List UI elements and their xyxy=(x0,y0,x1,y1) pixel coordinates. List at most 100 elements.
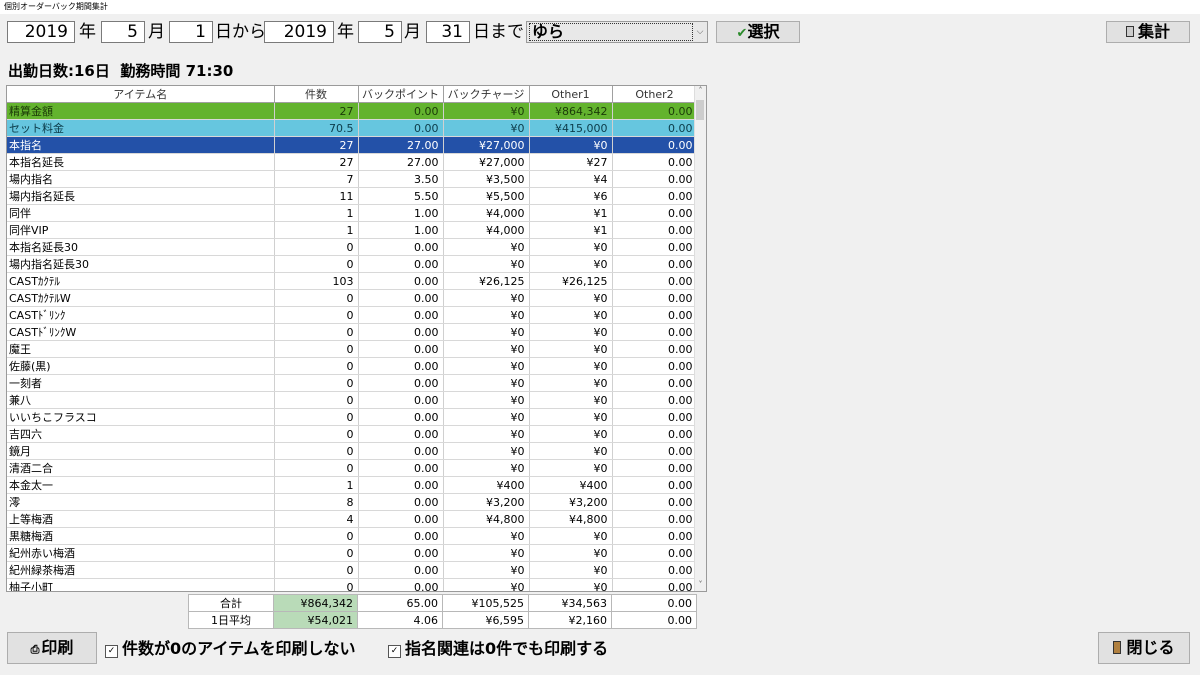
chevron-down-icon[interactable]: ⌵ xyxy=(693,22,707,42)
table-row[interactable]: 一刻者 0 0.00 ¥0 ¥0 0.00 xyxy=(7,374,698,392)
table-row[interactable]: 場内指名延長30 0 0.00 ¥0 ¥0 0.00 xyxy=(7,255,698,273)
value-cell: ¥0 xyxy=(443,306,530,324)
table-row[interactable]: 兼八 0 0.00 ¥0 ¥0 0.00 xyxy=(7,391,698,409)
select-button[interactable]: ✔選択 xyxy=(716,21,800,43)
value-cell: ¥415,000 xyxy=(529,119,613,137)
aggregate-button[interactable]: 集計 xyxy=(1106,21,1190,43)
from-month-field[interactable]: 5 xyxy=(101,21,145,43)
value-cell: 3.50 xyxy=(358,170,444,188)
value-cell: 0.00 xyxy=(358,476,444,494)
column-header[interactable]: Other2 xyxy=(612,86,698,103)
table-row[interactable]: 本指名延長30 0 0.00 ¥0 ¥0 0.00 xyxy=(7,238,698,256)
table-row[interactable]: 同伴VIP 1 1.00 ¥4,000 ¥1 0.00 xyxy=(7,221,698,239)
work-days-value: 16日 xyxy=(74,62,110,80)
table-row[interactable]: 澪 8 0.00 ¥3,200 ¥3,200 0.00 xyxy=(7,493,698,511)
from-month-label: 月 xyxy=(148,22,165,42)
vertical-scrollbar[interactable]: ˄ ˅ xyxy=(694,86,706,591)
value-cell: 0.00 xyxy=(612,136,698,154)
checkbox-check-icon[interactable]: ✓ xyxy=(105,645,118,658)
item-name-cell: 吉四六 xyxy=(7,425,275,443)
cast-select[interactable]: ゆら ⌵ xyxy=(526,21,708,43)
value-cell: 27.00 xyxy=(358,136,444,154)
value-cell: 1.00 xyxy=(358,204,444,222)
value-cell: 103 xyxy=(274,272,359,290)
table-row[interactable]: 紀州緑茶梅酒 0 0.00 ¥0 ¥0 0.00 xyxy=(7,561,698,579)
table-row[interactable]: 同伴 1 1.00 ¥4,000 ¥1 0.00 xyxy=(7,204,698,222)
value-cell: 0.00 xyxy=(358,578,444,591)
calculator-icon xyxy=(1125,26,1134,37)
chevron-up-icon[interactable]: ˄ xyxy=(695,86,706,95)
scroll-thumb[interactable] xyxy=(696,100,704,120)
value-cell: 0.00 xyxy=(612,459,698,477)
value-cell: 5.50 xyxy=(358,187,444,205)
value-cell: 0.00 xyxy=(612,544,698,562)
value-cell: ¥0 xyxy=(529,425,613,443)
checkbox-check-icon[interactable]: ✓ xyxy=(388,645,401,658)
value-cell: ¥0 xyxy=(443,255,530,273)
value-cell: 0.00 xyxy=(358,442,444,460)
value-cell: 0.00 xyxy=(612,578,698,591)
table-row[interactable]: 鏡月 0 0.00 ¥0 ¥0 0.00 xyxy=(7,442,698,460)
value-cell: 0 xyxy=(274,459,359,477)
table-row[interactable]: 魔王 0 0.00 ¥0 ¥0 0.00 xyxy=(7,340,698,358)
print-button[interactable]: ⎙ 印刷 xyxy=(7,632,97,664)
from-year-field[interactable]: 2019 xyxy=(7,21,75,43)
item-name-cell: 兼八 xyxy=(7,391,275,409)
value-cell: 0.00 xyxy=(612,204,698,222)
column-header[interactable]: Other1 xyxy=(529,86,613,103)
table-row[interactable]: 本指名 27 27.00 ¥27,000 ¥0 0.00 xyxy=(7,136,698,154)
table-row[interactable]: 本指名延長 27 27.00 ¥27,000 ¥27 0.00 xyxy=(7,153,698,171)
value-cell: 0.00 xyxy=(358,544,444,562)
to-month-field[interactable]: 5 xyxy=(358,21,402,43)
item-name-cell: 本指名 xyxy=(7,136,275,154)
item-name-cell: 柚子小町 xyxy=(7,578,275,591)
totals-row: 1日平均 ¥54,021 4.06 ¥6,595 ¥2,160 0.00 xyxy=(188,611,697,629)
table-row[interactable]: 本金太一 1 0.00 ¥400 ¥400 0.00 xyxy=(7,476,698,494)
column-header[interactable]: アイテム名 xyxy=(7,86,275,103)
table-row[interactable]: 柚子小町 0 0.00 ¥0 ¥0 0.00 xyxy=(7,578,698,591)
to-year-field[interactable]: 2019 xyxy=(264,21,334,43)
work-hours-value: 71:30 xyxy=(185,62,234,80)
table-row[interactable]: 場内指名 7 3.50 ¥3,500 ¥4 0.00 xyxy=(7,170,698,188)
item-name-cell: 本指名延長30 xyxy=(7,238,275,256)
table-row[interactable]: 黒糖梅酒 0 0.00 ¥0 ¥0 0.00 xyxy=(7,527,698,545)
table-row[interactable]: 清酒二合 0 0.00 ¥0 ¥0 0.00 xyxy=(7,459,698,477)
to-day-field[interactable]: 31 xyxy=(426,21,470,43)
table-row[interactable]: 精算金額 27 0.00 ¥0 ¥864,342 0.00 xyxy=(7,102,698,120)
value-cell: 0.00 xyxy=(612,187,698,205)
value-cell: 0.00 xyxy=(612,102,698,120)
item-name-cell: 鏡月 xyxy=(7,442,275,460)
table-row[interactable]: いいちこフラスコ 0 0.00 ¥0 ¥0 0.00 xyxy=(7,408,698,426)
totals-value-cell: 0.00 xyxy=(611,611,697,629)
table-row[interactable]: CASTﾄﾞﾘﾝｸ 0 0.00 ¥0 ¥0 0.00 xyxy=(7,306,698,324)
from-day-field[interactable]: 1 xyxy=(169,21,213,43)
value-cell: ¥6 xyxy=(529,187,613,205)
value-cell: 0 xyxy=(274,408,359,426)
column-header[interactable]: バックポイント xyxy=(358,86,444,103)
from-suffix-label: 日から xyxy=(215,22,266,42)
table-row[interactable]: CASTﾄﾞﾘﾝｸW 0 0.00 ¥0 ¥0 0.00 xyxy=(7,323,698,341)
table-row[interactable]: CASTｶｸﾃﾙW 0 0.00 ¥0 ¥0 0.00 xyxy=(7,289,698,307)
table-row[interactable]: 紀州赤い梅酒 0 0.00 ¥0 ¥0 0.00 xyxy=(7,544,698,562)
item-name-cell: CASTﾄﾞﾘﾝｸ xyxy=(7,306,275,324)
printer-icon: ⎙ xyxy=(30,643,40,656)
value-cell: 0.00 xyxy=(358,272,444,290)
value-cell: 0.00 xyxy=(612,289,698,307)
column-header[interactable]: 件数 xyxy=(274,86,359,103)
close-button[interactable]: 閉じる xyxy=(1098,632,1190,664)
table-row[interactable]: CASTｶｸﾃﾙ 103 0.00 ¥26,125 ¥26,125 0.00 xyxy=(7,272,698,290)
item-name-cell: 魔王 xyxy=(7,340,275,358)
table-row[interactable]: 佐藤(黒) 0 0.00 ¥0 ¥0 0.00 xyxy=(7,357,698,375)
table-row[interactable]: セット料金 70.5 0.00 ¥0 ¥415,000 0.00 xyxy=(7,119,698,137)
chevron-down-icon[interactable]: ˅ xyxy=(695,580,706,589)
skip-zero-items-checkbox[interactable]: ✓ 件数が0のアイテムを印刷しない xyxy=(105,640,356,658)
print-nomination-checkbox[interactable]: ✓ 指名関連は0件でも印刷する xyxy=(388,640,608,658)
item-grid[interactable]: アイテム名 件数 バックポイント バックチャージ Other1 Other2 精算金額 27… xyxy=(6,85,707,592)
table-row[interactable]: 場内指名延長 11 5.50 ¥5,500 ¥6 0.00 xyxy=(7,187,698,205)
table-row[interactable]: 上等梅酒 4 0.00 ¥4,800 ¥4,800 0.00 xyxy=(7,510,698,528)
totals-value-cell: 65.00 xyxy=(357,594,443,612)
column-header[interactable]: バックチャージ xyxy=(443,86,530,103)
value-cell: ¥0 xyxy=(443,374,530,392)
table-row[interactable]: 吉四六 0 0.00 ¥0 ¥0 0.00 xyxy=(7,425,698,443)
value-cell: 70.5 xyxy=(274,119,359,137)
